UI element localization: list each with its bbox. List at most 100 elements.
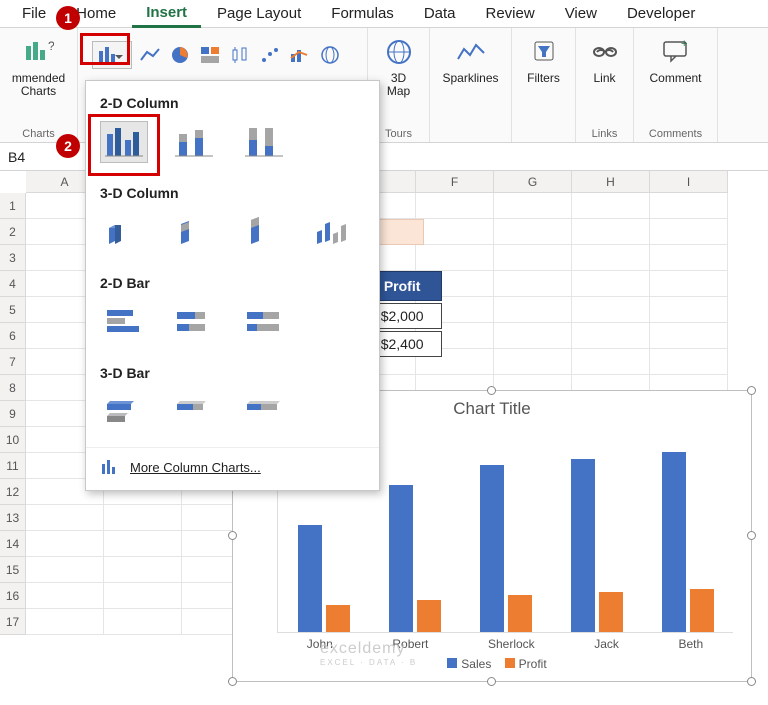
bar-profit[interactable]: [326, 605, 350, 632]
bar-group[interactable]: [298, 525, 350, 632]
row-8[interactable]: 8: [0, 375, 26, 401]
scatter-chart-button[interactable]: [258, 43, 282, 67]
pie-chart-button[interactable]: [168, 43, 192, 67]
resize-handle[interactable]: [228, 677, 237, 686]
3d-clustered-column-option[interactable]: [100, 211, 148, 253]
cell[interactable]: [104, 609, 182, 635]
col-I[interactable]: I: [650, 171, 728, 193]
row-6[interactable]: 6: [0, 323, 26, 349]
cell[interactable]: [650, 193, 728, 219]
sparklines-button[interactable]: Sparklines: [436, 32, 504, 89]
cell[interactable]: [650, 219, 728, 245]
row-1[interactable]: 1: [0, 193, 26, 219]
cell[interactable]: [494, 297, 572, 323]
cell[interactable]: [416, 245, 494, 271]
column-chart-button[interactable]: [92, 41, 132, 69]
stacked-bar-option[interactable]: [170, 301, 218, 343]
cell[interactable]: [416, 219, 494, 245]
col-F[interactable]: F: [416, 171, 494, 193]
cell[interactable]: [26, 505, 104, 531]
cell[interactable]: [650, 349, 728, 375]
cell[interactable]: [494, 193, 572, 219]
cell[interactable]: [494, 349, 572, 375]
row-4[interactable]: 4: [0, 271, 26, 297]
tab-formulas[interactable]: Formulas: [317, 1, 408, 26]
maps-button[interactable]: [318, 43, 342, 67]
cell[interactable]: [572, 323, 650, 349]
comment-button[interactable]: + Comment: [644, 32, 708, 89]
row-13[interactable]: 13: [0, 505, 26, 531]
bar-sales[interactable]: [389, 485, 413, 632]
bar-group[interactable]: [571, 459, 623, 632]
tab-insert[interactable]: Insert: [132, 0, 201, 28]
cell[interactable]: [572, 349, 650, 375]
cell[interactable]: [26, 531, 104, 557]
bar-sales[interactable]: [571, 459, 595, 632]
3d-stacked-bar-option[interactable]: [170, 391, 218, 433]
resize-handle[interactable]: [228, 531, 237, 540]
cell[interactable]: [416, 193, 494, 219]
tab-developer[interactable]: Developer: [613, 1, 709, 26]
resize-handle[interactable]: [747, 531, 756, 540]
cell[interactable]: [26, 609, 104, 635]
3d-100-stacked-column-option[interactable]: [240, 211, 288, 253]
cell[interactable]: [26, 583, 104, 609]
combo-chart-button[interactable]: [288, 43, 312, 67]
bar-group[interactable]: [389, 485, 441, 632]
more-column-charts-button[interactable]: More Column Charts...: [86, 447, 379, 480]
bar-group[interactable]: [662, 452, 714, 632]
cell[interactable]: [104, 557, 182, 583]
cell[interactable]: [572, 245, 650, 271]
bar-group[interactable]: [480, 465, 532, 632]
cell[interactable]: [494, 245, 572, 271]
resize-handle[interactable]: [487, 677, 496, 686]
cell[interactable]: [104, 583, 182, 609]
cell[interactable]: [650, 323, 728, 349]
cell[interactable]: [650, 271, 728, 297]
cell[interactable]: [572, 219, 650, 245]
row-10[interactable]: 10: [0, 427, 26, 453]
bar-profit[interactable]: [690, 589, 714, 632]
row-5[interactable]: 5: [0, 297, 26, 323]
cell[interactable]: [26, 557, 104, 583]
clustered-bar-option[interactable]: [100, 301, 148, 343]
bar-sales[interactable]: [480, 465, 504, 632]
cell[interactable]: [104, 531, 182, 557]
cell[interactable]: [650, 245, 728, 271]
cell[interactable]: [572, 193, 650, 219]
3d-clustered-bar-option[interactable]: [100, 391, 148, 433]
tab-file[interactable]: File: [8, 1, 60, 26]
cell[interactable]: [494, 219, 572, 245]
bar-profit[interactable]: [599, 592, 623, 632]
row-11[interactable]: 11: [0, 453, 26, 479]
bar-profit[interactable]: [508, 595, 532, 632]
line-chart-button[interactable]: [138, 43, 162, 67]
tab-view[interactable]: View: [551, 1, 611, 26]
col-H[interactable]: H: [572, 171, 650, 193]
resize-handle[interactable]: [747, 386, 756, 395]
tab-review[interactable]: Review: [472, 1, 549, 26]
resize-handle[interactable]: [487, 386, 496, 395]
link-button[interactable]: Link: [583, 32, 627, 89]
cell[interactable]: [650, 297, 728, 323]
3d-stacked-column-option[interactable]: [170, 211, 218, 253]
row-15[interactable]: 15: [0, 557, 26, 583]
bar-sales[interactable]: [298, 525, 322, 632]
100-stacked-bar-option[interactable]: [240, 301, 288, 343]
tab-data[interactable]: Data: [410, 1, 470, 26]
3d-map-button[interactable]: 3D Map: [377, 32, 421, 102]
resize-handle[interactable]: [747, 677, 756, 686]
cell[interactable]: [494, 271, 572, 297]
bar-sales[interactable]: [662, 452, 686, 632]
recommended-charts-button[interactable]: ? mmended Charts: [6, 32, 71, 102]
hierarchy-chart-button[interactable]: [198, 43, 222, 67]
row-9[interactable]: 9: [0, 401, 26, 427]
chart-legend[interactable]: Sales Profit: [233, 657, 751, 671]
clustered-column-option[interactable]: [100, 121, 148, 163]
3d-column-option[interactable]: [310, 211, 358, 253]
row-14[interactable]: 14: [0, 531, 26, 557]
col-G[interactable]: G: [494, 171, 572, 193]
bar-profit[interactable]: [417, 600, 441, 632]
3d-100-stacked-bar-option[interactable]: [240, 391, 288, 433]
stacked-column-option[interactable]: [170, 121, 218, 163]
